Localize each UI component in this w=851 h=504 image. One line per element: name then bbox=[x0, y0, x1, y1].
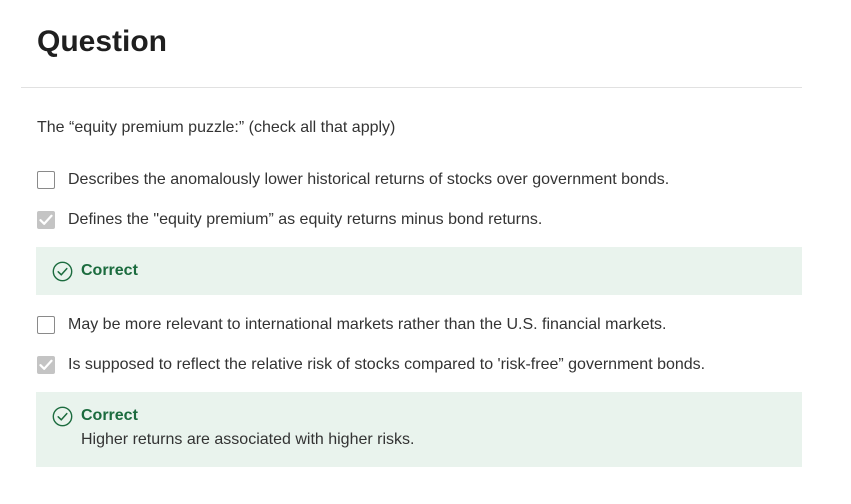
option-3-checkbox[interactable] bbox=[37, 316, 55, 334]
question-prompt: The “equity premium puzzle:” (check all … bbox=[37, 119, 396, 136]
option-2-label: Defines the "equity premium” as equity r… bbox=[68, 211, 543, 228]
option-3-label: May be more relevant to international ma… bbox=[68, 316, 667, 333]
option-1[interactable]: Describes the anomalously lower historic… bbox=[37, 169, 669, 191]
feedback-status-row: Correct bbox=[52, 405, 138, 427]
check-icon bbox=[39, 214, 53, 225]
option-3[interactable]: May be more relevant to international ma… bbox=[37, 314, 667, 336]
option-1-label: Describes the anomalously lower historic… bbox=[68, 171, 670, 188]
check-circle-icon bbox=[52, 261, 73, 281]
option-4-label: Is supposed to reflect the relative risk… bbox=[68, 356, 706, 373]
check-icon bbox=[39, 359, 53, 370]
option-2-checkbox[interactable] bbox=[37, 211, 55, 229]
option-2[interactable]: Defines the "equity premium” as equity r… bbox=[37, 209, 542, 231]
option-4[interactable]: Is supposed to reflect the relative risk… bbox=[37, 354, 705, 376]
check-circle-icon bbox=[52, 406, 73, 426]
feedback-status: Correct bbox=[81, 262, 138, 279]
divider bbox=[21, 87, 802, 88]
feedback-correct-option-4: Correct Higher returns are associated wi… bbox=[36, 392, 802, 467]
feedback-correct-option-2: Correct bbox=[36, 247, 802, 295]
feedback-status: Correct bbox=[81, 407, 138, 424]
page-title: Question bbox=[37, 25, 168, 58]
option-4-checkbox[interactable] bbox=[37, 356, 55, 374]
feedback-explanation: Higher returns are associated with highe… bbox=[81, 431, 415, 448]
feedback-status-row: Correct bbox=[52, 260, 138, 282]
option-1-checkbox[interactable] bbox=[37, 171, 55, 189]
